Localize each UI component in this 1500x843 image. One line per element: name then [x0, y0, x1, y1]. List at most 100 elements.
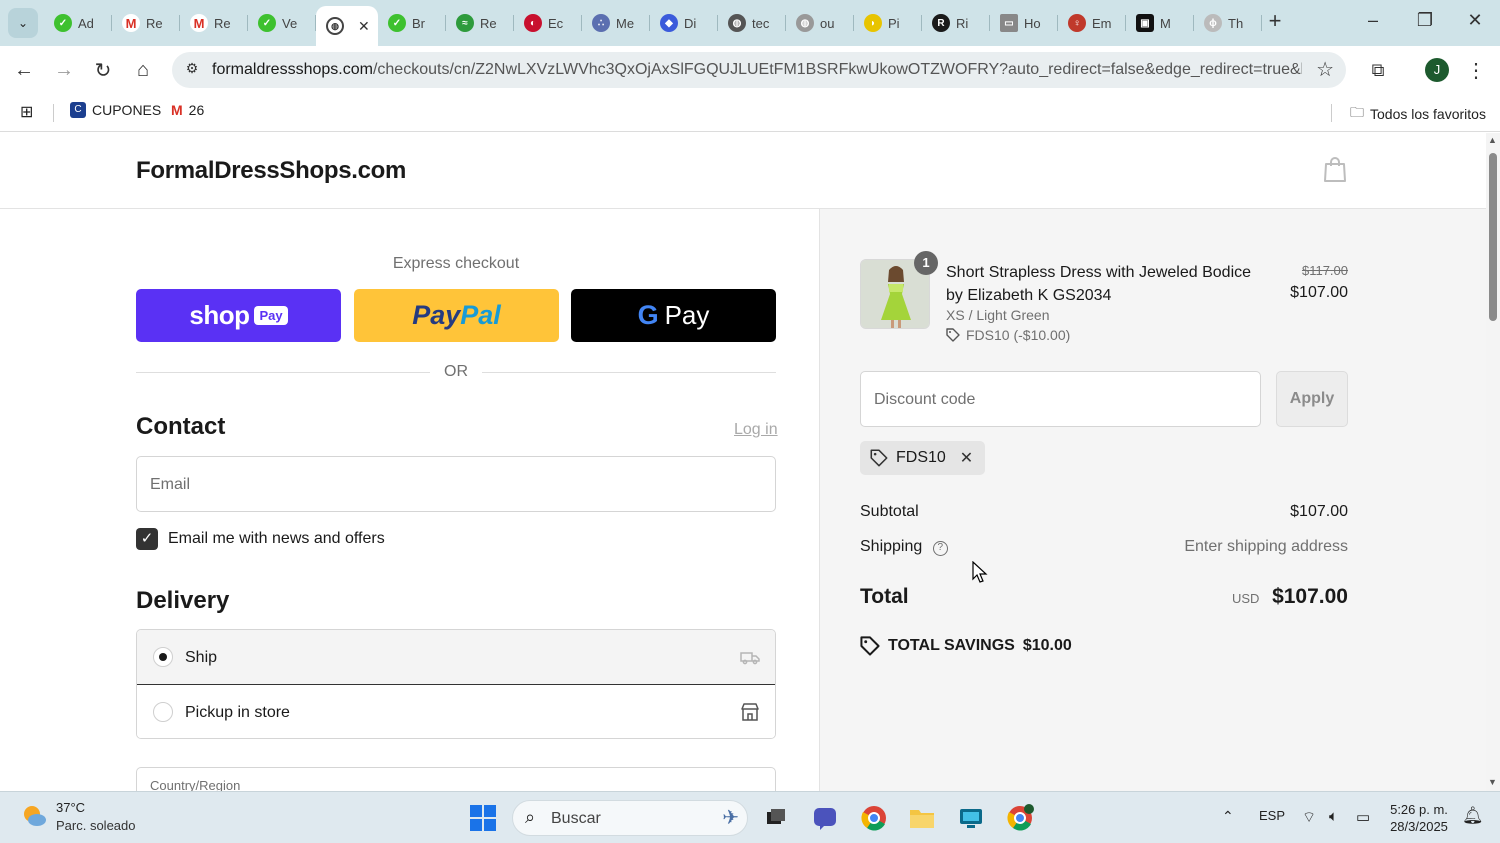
- shop-logo[interactable]: FormalDressShops.com: [136, 157, 406, 185]
- browser-tab[interactable]: ◗ Pi: [854, 6, 922, 40]
- url-text[interactable]: formaldressshops.com/checkouts/cn/Z2NwLX…: [212, 61, 1302, 79]
- browser-tab[interactable]: ◍ tec: [718, 6, 786, 40]
- scroll-thumb[interactable]: [1489, 153, 1497, 321]
- chrome-profile-icon[interactable]: [1004, 802, 1036, 834]
- system-clock[interactable]: 5:26 p. m. 28/3/2025: [1386, 801, 1452, 835]
- tab-favicon-icon: R: [932, 14, 950, 32]
- shipping-value: Enter shipping address: [1184, 538, 1348, 555]
- apply-discount-button[interactable]: Apply: [1276, 371, 1348, 427]
- taskbar-search[interactable]: ⌕ Buscar ✈: [512, 800, 748, 836]
- extensions-icon[interactable]: ⧉: [1364, 56, 1392, 84]
- forward-button[interactable]: →: [50, 56, 78, 84]
- email-field[interactable]: Email: [136, 456, 776, 512]
- news-offers-checkbox[interactable]: ✓: [136, 528, 158, 550]
- ship-option[interactable]: Ship: [137, 630, 775, 685]
- bookmark-cupones[interactable]: C CUPONES: [70, 102, 161, 118]
- task-view-icon[interactable]: [760, 802, 792, 834]
- tab-favicon-icon: ◐: [524, 14, 542, 32]
- browser-tab[interactable]: ✓ Ad: [44, 6, 112, 40]
- battery-icon[interactable]: ▭: [1356, 808, 1370, 826]
- input-language[interactable]: ESP: [1259, 808, 1285, 823]
- browser-menu-icon[interactable]: ⋮: [1462, 56, 1490, 84]
- file-explorer-icon[interactable]: [906, 802, 938, 834]
- browser-tab[interactable]: M Re: [180, 6, 248, 40]
- tag-icon: [946, 328, 960, 342]
- bookmark-gmail[interactable]: M 26: [171, 102, 204, 118]
- close-window-button[interactable]: ✕: [1460, 10, 1490, 31]
- scroll-up-icon[interactable]: ▲: [1488, 135, 1497, 145]
- teams-icon[interactable]: [809, 802, 841, 834]
- new-tab-button[interactable]: +: [1262, 8, 1288, 34]
- savings-label: TOTAL SAVINGS: [888, 637, 1015, 654]
- tab-title: Ho: [1024, 15, 1041, 31]
- volume-icon[interactable]: 🔈︎: [1329, 808, 1338, 825]
- browser-tab[interactable]: ✓ Ve: [248, 6, 316, 40]
- profile-avatar[interactable]: J: [1425, 58, 1449, 82]
- tab-favicon-icon: ♀: [1068, 14, 1086, 32]
- browser-tab[interactable]: ϕ Th: [1194, 6, 1262, 40]
- paypal-button[interactable]: Pay Pal: [354, 289, 559, 342]
- apps-grid-icon[interactable]: ⊞: [20, 102, 33, 122]
- browser-tab[interactable]: R Ri: [922, 6, 990, 40]
- globe-icon: ◍: [796, 14, 814, 32]
- browser-toolbar: ← → ↻ ⌂ ⚙ formaldressshops.com/checkouts…: [0, 46, 1500, 94]
- tab-close-icon[interactable]: ✕: [358, 18, 370, 35]
- browser-tab[interactable]: ✓ Br: [378, 6, 446, 40]
- browser-tab[interactable]: ◍ ou: [786, 6, 854, 40]
- weather-description[interactable]: Parc. soleado: [56, 818, 136, 833]
- tab-title: Em: [1092, 15, 1112, 31]
- shop-pay-button[interactable]: shop Pay: [136, 289, 341, 342]
- remove-discount-icon[interactable]: ✕: [960, 448, 973, 468]
- ship-radio[interactable]: [153, 647, 173, 667]
- tab-search-button[interactable]: ⌄: [8, 8, 38, 38]
- search-icon: ⌕: [525, 807, 536, 827]
- discount-code-field[interactable]: Discount code: [860, 371, 1261, 427]
- bookmark-all-favorites[interactable]: 🗀 Todos los favoritos: [1350, 102, 1486, 126]
- globe-icon: ◍: [728, 14, 746, 32]
- weather-sun-icon[interactable]: [20, 802, 48, 830]
- weather-temperature[interactable]: 37°C: [56, 800, 85, 815]
- reload-button[interactable]: ↻: [89, 56, 117, 84]
- browser-tab[interactable]: ♀ Em: [1058, 6, 1126, 40]
- remote-desktop-icon[interactable]: [955, 802, 987, 834]
- scroll-down-icon[interactable]: ▼: [1488, 777, 1497, 787]
- restore-button[interactable]: ❐: [1410, 10, 1440, 31]
- pickup-option[interactable]: Pickup in store: [137, 685, 775, 738]
- browser-tab-active[interactable]: ◍ ✕: [316, 6, 378, 46]
- back-button[interactable]: ←: [10, 56, 38, 84]
- page-scrollbar[interactable]: ▲ ▼: [1486, 133, 1500, 791]
- browser-tab[interactable]: ◆ Di: [650, 6, 718, 40]
- total-label: Total: [860, 585, 909, 608]
- browser-tab[interactable]: ◐ Ec: [514, 6, 582, 40]
- folder-icon: 🗀: [1350, 104, 1364, 120]
- news-offers-label[interactable]: Email me with news and offers: [168, 530, 385, 548]
- show-hidden-icons-icon[interactable]: ⌃: [1222, 808, 1234, 825]
- help-circle-icon[interactable]: ?: [932, 541, 948, 556]
- store-icon: [741, 703, 759, 721]
- browser-tab[interactable]: ▭ Ho: [990, 6, 1058, 40]
- browser-tab[interactable]: ∴ Me: [582, 6, 650, 40]
- notification-bell-icon[interactable]: 🔔︎: [1462, 806, 1484, 826]
- browser-tab[interactable]: ▣ M: [1126, 6, 1194, 40]
- shopping-bag-icon[interactable]: [1322, 155, 1348, 183]
- minimize-button[interactable]: –: [1358, 10, 1388, 31]
- google-pay-button[interactable]: G Pay: [571, 289, 776, 342]
- shop-pay-badge: Pay: [254, 306, 288, 325]
- delivery-method-group: Ship Pickup in store: [136, 629, 776, 739]
- windows-start-icon[interactable]: [467, 802, 499, 834]
- country-region-select[interactable]: Country/Region: [136, 767, 776, 791]
- address-bar[interactable]: ⚙ formaldressshops.com/checkouts/cn/Z2Nw…: [172, 52, 1346, 88]
- pickup-radio[interactable]: [153, 702, 173, 722]
- browser-tab[interactable]: ≈ Re: [446, 6, 514, 40]
- tab-favicon-icon: ✓: [388, 14, 406, 32]
- wifi-icon[interactable]: ⌔: [1302, 808, 1316, 827]
- bookmark-star-icon[interactable]: ☆: [1316, 57, 1334, 82]
- bookmarks-bar: ⊞ C CUPONES M 26 🗀 Todos los favoritos: [0, 94, 1500, 132]
- browser-tab[interactable]: M Re: [112, 6, 180, 40]
- email-placeholder: Email: [150, 476, 191, 493]
- chrome-icon[interactable]: [858, 802, 890, 834]
- site-info-icon[interactable]: ⚙: [182, 60, 202, 80]
- tab-title: Ri: [956, 15, 969, 31]
- log-in-link[interactable]: Log in: [734, 421, 778, 439]
- home-button[interactable]: ⌂: [129, 56, 157, 84]
